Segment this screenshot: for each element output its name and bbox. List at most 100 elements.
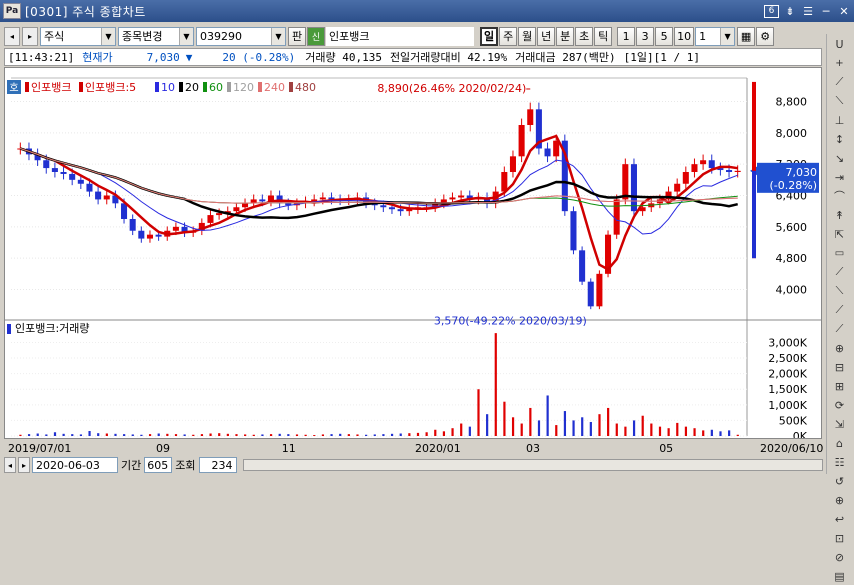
minimize-button[interactable]: ─ <box>818 3 834 19</box>
volume-bar <box>53 432 57 436</box>
code-input[interactable]: 039290 ▼ <box>196 26 286 46</box>
volume-bar <box>667 428 670 436</box>
volume-bar <box>382 434 385 436</box>
period-button-4[interactable]: 분 <box>556 26 575 46</box>
legend-swatch <box>289 82 293 92</box>
date-input[interactable]: 2020-06-03 <box>32 457 118 473</box>
legend-swatch <box>258 82 262 92</box>
interval-button-2[interactable]: 5 <box>655 26 674 46</box>
candle-body <box>691 164 698 172</box>
chart-area[interactable]: 8,8008,0007,2006,4005,6004,8004,000호인포뱅크… <box>4 67 822 443</box>
sidebar-tool-8[interactable]: ⌒ <box>828 187 852 205</box>
window-title: [0301] 주식 종합차트 <box>25 4 146 19</box>
trade-amount: 거래대금 287(백만) <box>515 51 616 64</box>
volume-bar <box>546 395 549 436</box>
mode-select[interactable]: 종목변경 ▼ <box>118 26 194 46</box>
sidebar-tool-24[interactable]: ⊕ <box>828 491 852 509</box>
sidebar-tool-4[interactable]: ⊥ <box>828 111 852 129</box>
volume-bar <box>347 434 350 436</box>
volume-bar <box>192 434 195 436</box>
sidebar-tool-10[interactable]: ⇱ <box>828 225 852 243</box>
sidebar-tool-27[interactable]: ⊘ <box>828 548 852 566</box>
legend-swatch <box>25 82 29 92</box>
scroll-left-button[interactable]: ◂ <box>4 457 16 473</box>
chevron-down-icon[interactable]: ▼ <box>179 27 193 45</box>
horizontal-scrollbar[interactable] <box>242 459 823 471</box>
legend-item: 480 <box>295 81 316 94</box>
volume-y-tick: 2,000K <box>768 368 807 381</box>
candle-body <box>216 213 223 216</box>
sidebar-tool-6[interactable]: ↘ <box>828 149 852 167</box>
sidebar-tool-11[interactable]: ▭ <box>828 244 852 262</box>
menu-icon[interactable]: ☰ <box>800 3 816 19</box>
sidebar-tool-7[interactable]: ⇥ <box>828 168 852 186</box>
current-price: 7,030 <box>146 50 180 64</box>
max-price-label: 8,890(26.46% 2020/02/24) <box>377 82 526 95</box>
candle-body <box>95 191 102 200</box>
sidebar-tool-25[interactable]: ↩ <box>828 510 852 528</box>
sidebar-tool-3[interactable]: ⟍ <box>828 92 852 110</box>
settings-icon[interactable]: ⚙ <box>756 26 775 46</box>
count-input[interactable]: 1 ▼ <box>695 26 736 46</box>
ma-line-20 <box>19 147 738 220</box>
sidebar-tool-2[interactable]: ⟋ <box>828 73 852 91</box>
chevron-down-icon[interactable]: ▼ <box>101 27 115 45</box>
nav-next-button[interactable]: ▸ <box>22 26 38 46</box>
market-select[interactable]: 주식 ▼ <box>40 26 116 46</box>
interval-button-3[interactable]: 10 <box>674 26 695 46</box>
volume-bar <box>365 434 368 436</box>
sidebar-tool-5[interactable]: ↕ <box>828 130 852 148</box>
sidebar-tool-28[interactable]: ▤ <box>828 567 852 585</box>
sidebar-tool-19[interactable]: ⟳ <box>828 396 852 414</box>
pin-icon[interactable]: ⇟ <box>782 3 798 19</box>
sidebar-tool-26[interactable]: ⊡ <box>828 529 852 547</box>
close-button[interactable]: ✕ <box>836 3 852 19</box>
sidebar-tool-1[interactable]: + <box>828 54 852 72</box>
period-button-3[interactable]: 년 <box>537 26 556 46</box>
sidebar-tool-16[interactable]: ⊕ <box>828 339 852 357</box>
sidebar-tool-13[interactable]: ⟍ <box>828 282 852 300</box>
chevron-down-icon[interactable]: ▼ <box>271 27 285 45</box>
interval-button-1[interactable]: 3 <box>636 26 655 46</box>
volume-bar <box>71 434 74 436</box>
range-bar-down <box>752 170 756 259</box>
interval-button-0[interactable]: 1 <box>617 26 636 46</box>
period-button-1[interactable]: 주 <box>499 26 518 46</box>
search-button[interactable]: 판 <box>288 26 306 46</box>
candle-body <box>397 209 404 212</box>
nav-prev-button[interactable]: ◂ <box>4 26 20 46</box>
chevron-down-icon[interactable]: ▼ <box>720 27 735 45</box>
chart-svg[interactable]: 8,8008,0007,2006,4005,6004,8004,000호인포뱅크… <box>5 68 821 443</box>
sidebar-tool-9[interactable]: ↟ <box>828 206 852 224</box>
sidebar-tool-15[interactable]: ⟋ <box>828 320 852 338</box>
candle-body <box>734 170 741 172</box>
query-input[interactable]: 234 <box>198 457 237 473</box>
badge-number[interactable]: 6 <box>764 4 779 18</box>
period-input[interactable]: 605 <box>144 457 173 473</box>
candle-body <box>43 160 50 169</box>
period-button-5[interactable]: 초 <box>575 26 594 46</box>
sidebar-tool-22[interactable]: ☷ <box>828 453 852 471</box>
sidebar-tool-23[interactable]: ↺ <box>828 472 852 490</box>
volume-y-tick: 1,500K <box>768 383 807 396</box>
sidebar-tool-12[interactable]: ⟋ <box>828 263 852 281</box>
period-button-0[interactable]: 일 <box>480 26 499 46</box>
candle-body <box>138 230 145 239</box>
scroll-right-button[interactable]: ▸ <box>18 457 30 473</box>
sidebar-tool-0[interactable]: U <box>828 35 852 53</box>
volume-bar <box>313 435 316 436</box>
sidebar-tool-18[interactable]: ⊞ <box>828 377 852 395</box>
candle-body <box>388 207 395 210</box>
sidebar-tool-17[interactable]: ⊟ <box>828 358 852 376</box>
sidebar-tool-14[interactable]: ⟋ <box>828 301 852 319</box>
legend-item: 10 <box>161 81 175 94</box>
grid-icon[interactable]: ▦ <box>737 26 756 46</box>
sidebar-tool-21[interactable]: ⌂ <box>828 434 852 452</box>
legend-swatch <box>227 82 231 92</box>
volume-bar <box>304 434 307 436</box>
volume-y-tick: 2,500K <box>768 352 807 365</box>
candle-body <box>613 199 620 235</box>
period-button-2[interactable]: 월 <box>518 26 537 46</box>
period-button-6[interactable]: 틱 <box>594 26 613 46</box>
sidebar-tool-20[interactable]: ⇲ <box>828 415 852 433</box>
